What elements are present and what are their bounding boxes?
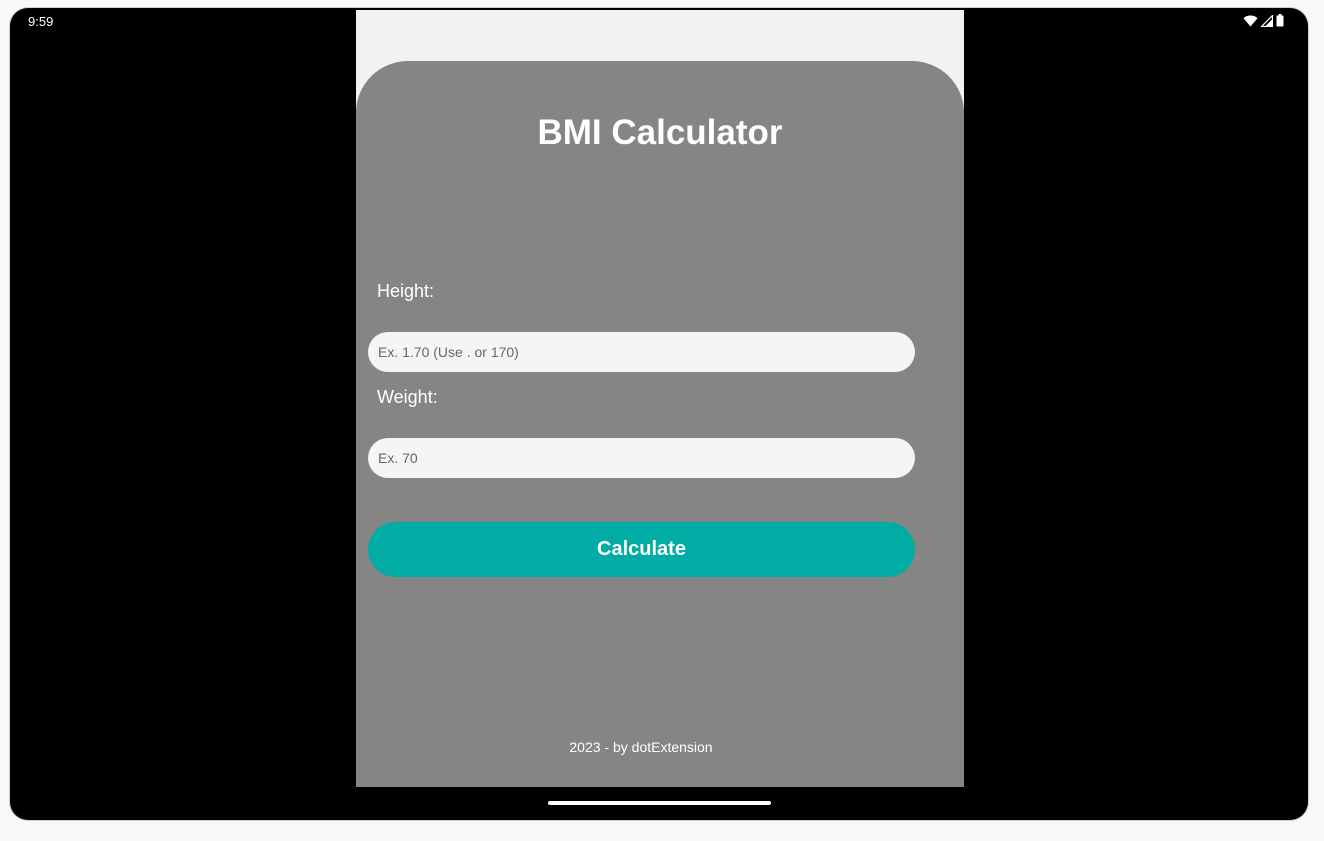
weight-input[interactable]: [368, 438, 915, 478]
page-title: BMI Calculator: [537, 113, 783, 152]
device-screen: 9:59 BMI Calculator Height: Ex. 1.70 (Us…: [10, 8, 1308, 820]
bmi-app-window: BMI Calculator Height: Weight: Calculate…: [356, 10, 964, 787]
signal-icon: [1260, 13, 1274, 30]
status-icons: [1243, 13, 1284, 30]
battery-icon: [1276, 14, 1284, 30]
calculator-card: BMI Calculator Height: Weight: Calculate…: [356, 61, 964, 787]
height-label: Height:: [377, 281, 435, 301]
home-indicator[interactable]: [548, 801, 771, 805]
wifi-icon: [1243, 15, 1258, 30]
status-time: 9:59: [28, 14, 54, 29]
footer-credit: 2023 - by dotExtension: [569, 739, 713, 755]
calculate-button[interactable]: Calculate: [368, 522, 915, 577]
weight-label: Weight:: [377, 387, 438, 407]
height-input[interactable]: [368, 332, 915, 372]
